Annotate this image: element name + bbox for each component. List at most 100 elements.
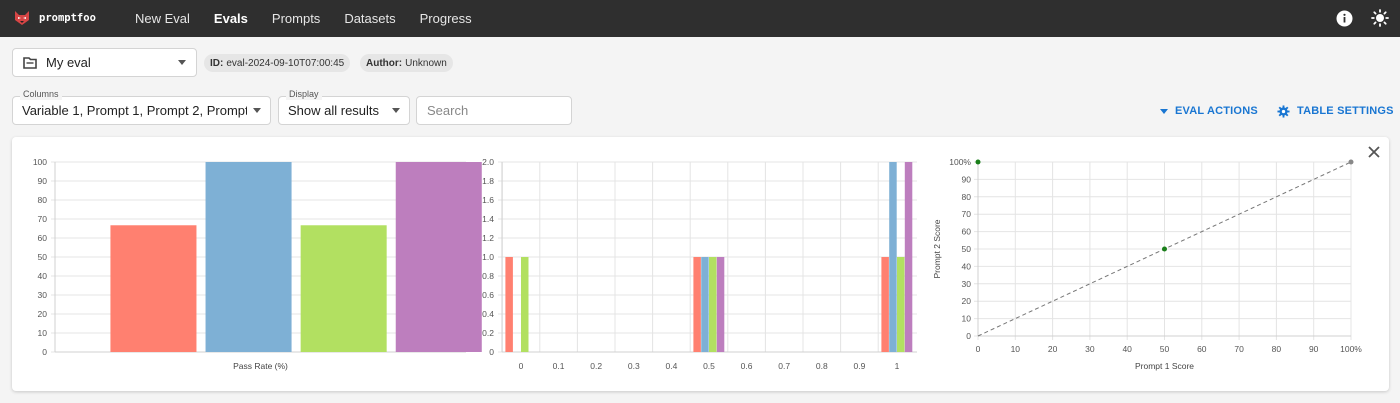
chart1-y-tick: 20	[38, 309, 48, 319]
chart1-y-tick: 50	[38, 252, 48, 262]
eval-id-label: ID:	[210, 57, 224, 69]
chart3-y-tick: 30	[962, 279, 972, 289]
chart2-y-tick: 0.2	[482, 328, 494, 338]
chart1-bar	[205, 162, 292, 352]
nav-progress[interactable]: Progress	[420, 11, 472, 26]
chart3-point	[975, 159, 981, 165]
chart2-y-tick: 1.4	[482, 214, 494, 224]
main-nav: New Eval Evals Prompts Datasets Progress	[135, 0, 496, 37]
chart1-y-tick: 30	[38, 290, 48, 300]
chart1-y-tick: 0	[42, 347, 47, 357]
nav-evals[interactable]: Evals	[214, 11, 248, 26]
chart3-x-tick: 70	[1234, 344, 1244, 354]
chart3-x-tick: 10	[1011, 344, 1021, 354]
author-label: Author:	[366, 57, 403, 69]
chart2-x-tick: 0.9	[853, 361, 865, 371]
charts-svg: 0102030405060708090100Pass Rate (%)00.20…	[33, 157, 1362, 371]
chart2-bar	[881, 257, 889, 352]
caret-down-icon	[1160, 108, 1168, 114]
display-label: Display	[286, 89, 322, 100]
chart2-y-tick: 0.6	[482, 290, 494, 300]
nav-datasets[interactable]: Datasets	[344, 11, 395, 26]
chart2-bar	[709, 257, 717, 352]
gear-icon	[1277, 104, 1290, 118]
chart3-y-tick: 40	[962, 261, 972, 271]
chart2-bar	[904, 162, 913, 352]
chart3-point	[1348, 159, 1354, 165]
chart2-y-tick: 0.4	[482, 309, 494, 319]
chart2-y-tick: 1.0	[482, 252, 494, 262]
chart2-bar	[701, 257, 709, 352]
chart3-point	[1162, 246, 1167, 252]
chart3-x-tick: 50	[1160, 344, 1170, 354]
nav-prompts[interactable]: Prompts	[272, 11, 320, 26]
info-icon[interactable]	[1334, 8, 1354, 28]
chart2-bar	[716, 257, 725, 352]
chart3-y-tick: 60	[962, 227, 972, 237]
chart2-x-tick: 0.7	[778, 361, 790, 371]
eval-name: My eval	[46, 55, 91, 70]
chart3-y-tick: 90	[962, 174, 972, 184]
chart2-x-tick: 0.4	[665, 361, 677, 371]
chart3-y-tick: 80	[962, 192, 972, 202]
chart1-bar	[300, 225, 387, 352]
chart2-bar	[889, 162, 897, 352]
display-select[interactable]: Display Show all results	[278, 89, 410, 125]
chart1-y-tick: 100	[33, 157, 47, 167]
app-logo[interactable]: promptfoo	[13, 9, 96, 27]
eval-actions-button[interactable]: EVAL ACTIONS	[1160, 101, 1258, 121]
chart2-y-tick: 1.6	[482, 195, 494, 205]
caret-down-icon	[392, 108, 400, 113]
close-charts-button[interactable]	[1365, 143, 1383, 161]
chart2-x-tick: 0.5	[703, 361, 715, 371]
chart2-x-tick: 0.2	[590, 361, 602, 371]
close-icon	[1368, 146, 1380, 158]
chart2-y-tick: 1.8	[482, 176, 494, 186]
chart3-x-tick: 100%	[1340, 344, 1362, 354]
logo-icon	[15, 11, 29, 25]
chart2-x-tick: 0.3	[628, 361, 640, 371]
chart2-bar	[521, 257, 529, 352]
app-name: promptfoo	[39, 12, 96, 24]
eval-id-chip: ID: eval-2024-09-10T07:00:45	[204, 54, 351, 72]
chart3-y-label: Prompt 2 Score	[932, 219, 942, 278]
charts-panel: 0 10 20 30 40 50 60 70 80 90 100 Pass Rate (%) 0 0.2 0…	[12, 137, 1389, 391]
table-settings-button[interactable]: TABLE SETTINGS	[1277, 101, 1394, 121]
search-input[interactable]	[416, 96, 572, 125]
chart3-x-label: Prompt 1 Score	[1135, 361, 1194, 371]
chart3-y-tick: 20	[962, 296, 972, 306]
columns-value: Variable 1, Prompt 1, Prompt 2, Prompt..…	[22, 103, 247, 118]
chart1-y-tick: 60	[38, 233, 48, 243]
top-nav-bar: promptfoo New Eval Evals Prompts Dataset…	[0, 0, 1400, 37]
chart3-y-tick: 70	[962, 209, 972, 219]
chart2-y-tick: 0	[489, 347, 494, 357]
chart3-y-tick: 100%	[949, 157, 971, 167]
chart1-y-tick: 90	[38, 176, 48, 186]
chart1-bar	[395, 162, 482, 352]
top-actions	[1318, 8, 1390, 28]
caret-down-icon	[253, 108, 261, 113]
eval-actions-label: EVAL ACTIONS	[1175, 105, 1258, 117]
nav-new-eval[interactable]: New Eval	[135, 11, 190, 26]
chart2-x-tick: 0.8	[816, 361, 828, 371]
caret-down-icon	[178, 60, 186, 65]
columns-label: Columns	[20, 89, 62, 100]
chart1-y-tick: 80	[38, 195, 48, 205]
chart2-x-tick: 0	[519, 361, 524, 371]
table-settings-label: TABLE SETTINGS	[1297, 105, 1394, 117]
author-chip: Author: Unknown	[360, 54, 453, 72]
folder-icon	[23, 56, 37, 69]
eval-selector[interactable]: My eval	[12, 48, 197, 77]
chart2-y-tick: 0.8	[482, 271, 494, 281]
chart3-x-tick: 0	[976, 344, 981, 354]
eval-id-value: eval-2024-09-10T07:00:45	[226, 57, 345, 69]
chart1-y-tick: 10	[38, 328, 48, 338]
chart1-y-tick: 40	[38, 271, 48, 281]
columns-select[interactable]: Columns Variable 1, Prompt 1, Prompt 2, …	[12, 89, 271, 125]
sun-icon[interactable]	[1370, 8, 1390, 28]
chart2-y-tick: 1.2	[482, 233, 494, 243]
chart3-x-tick: 20	[1048, 344, 1058, 354]
chart2-bar	[693, 257, 701, 352]
chart2-bar	[505, 257, 513, 352]
chart3-x-tick: 40	[1122, 344, 1132, 354]
